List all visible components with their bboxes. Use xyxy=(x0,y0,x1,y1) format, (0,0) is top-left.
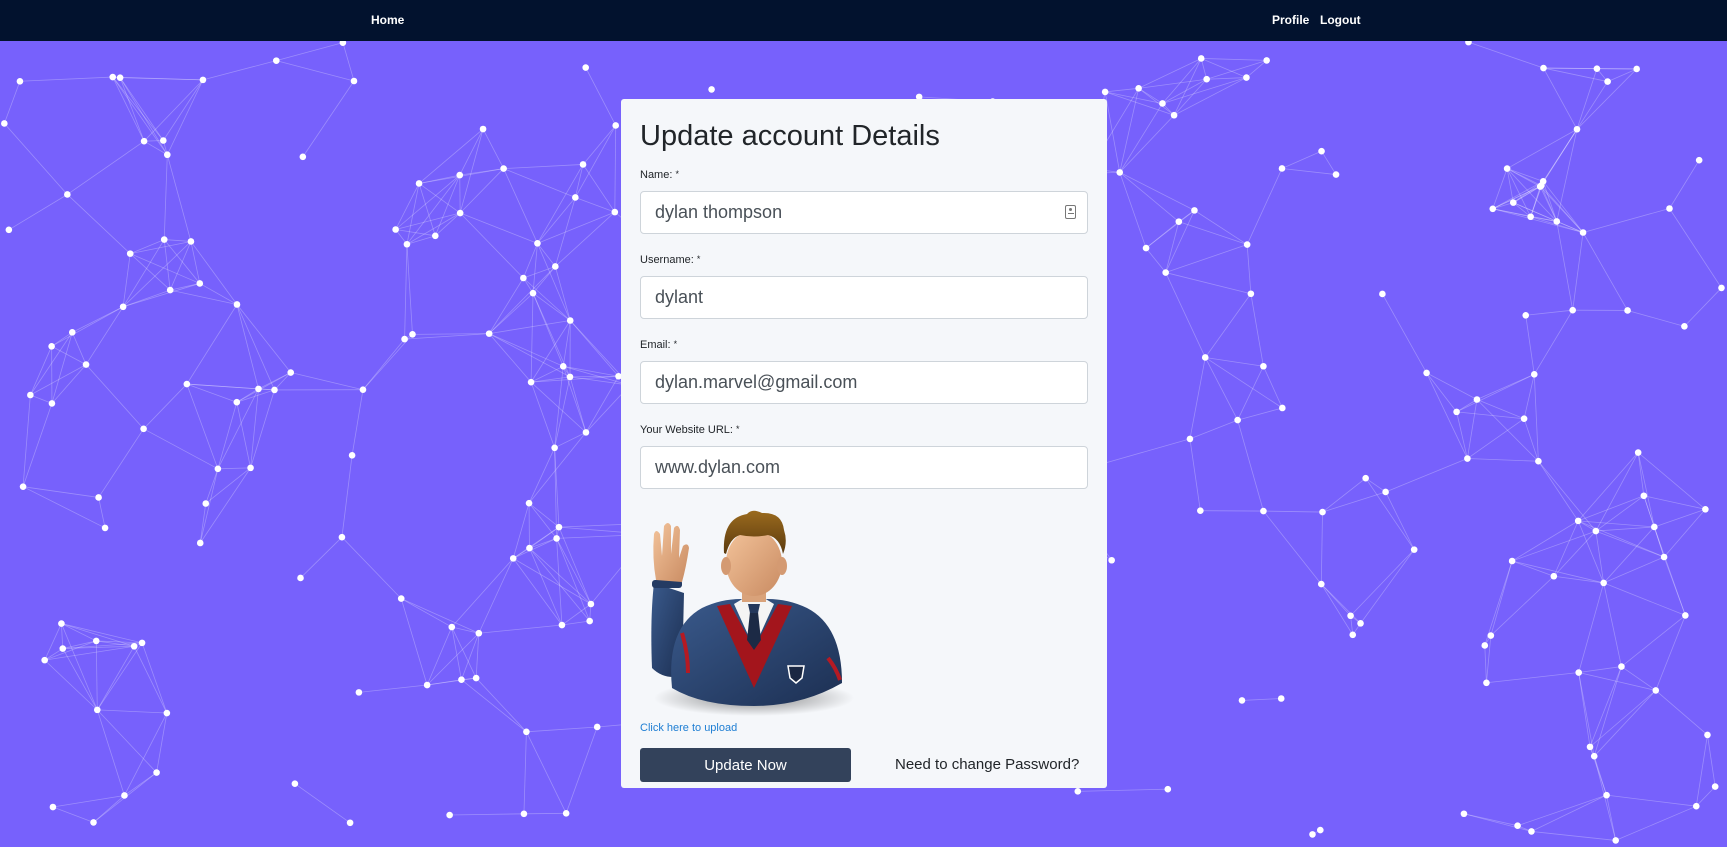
update-account-card: Update account Details Name: * Username:… xyxy=(621,99,1107,788)
change-password-link[interactable]: Need to change Password? xyxy=(895,756,1079,773)
avatar-image xyxy=(651,510,854,716)
email-field-wrapper xyxy=(640,361,1088,404)
top-navbar: Home Profile Logout xyxy=(0,0,1727,41)
username-label: Username: * xyxy=(640,254,701,266)
update-now-button[interactable]: Update Now xyxy=(640,748,851,782)
username-field-wrapper xyxy=(640,276,1088,319)
username-input[interactable] xyxy=(640,276,1088,319)
email-label: Email: * xyxy=(640,339,678,351)
contact-card-icon[interactable] xyxy=(1065,205,1076,219)
required-mark: * xyxy=(675,169,679,179)
form-actions: Update Now Need to change Password? xyxy=(640,748,1088,782)
required-mark: * xyxy=(696,254,701,264)
website-field-wrapper xyxy=(640,446,1088,489)
page-title: Update account Details xyxy=(640,120,940,152)
required-mark: * xyxy=(736,424,740,434)
email-input[interactable] xyxy=(640,361,1088,404)
website-label: Your Website URL: * xyxy=(640,424,740,436)
website-input[interactable] xyxy=(640,446,1088,489)
nav-profile-link[interactable]: Profile xyxy=(1272,13,1309,27)
nav-home-link[interactable]: Home xyxy=(371,13,404,27)
nav-logout-link[interactable]: Logout xyxy=(1320,13,1361,27)
name-input[interactable] xyxy=(640,191,1088,234)
name-label: Name: * xyxy=(640,169,679,181)
required-mark: * xyxy=(673,339,678,349)
upload-avatar-link[interactable]: Click here to upload xyxy=(640,722,737,734)
name-field-wrapper xyxy=(640,191,1088,234)
